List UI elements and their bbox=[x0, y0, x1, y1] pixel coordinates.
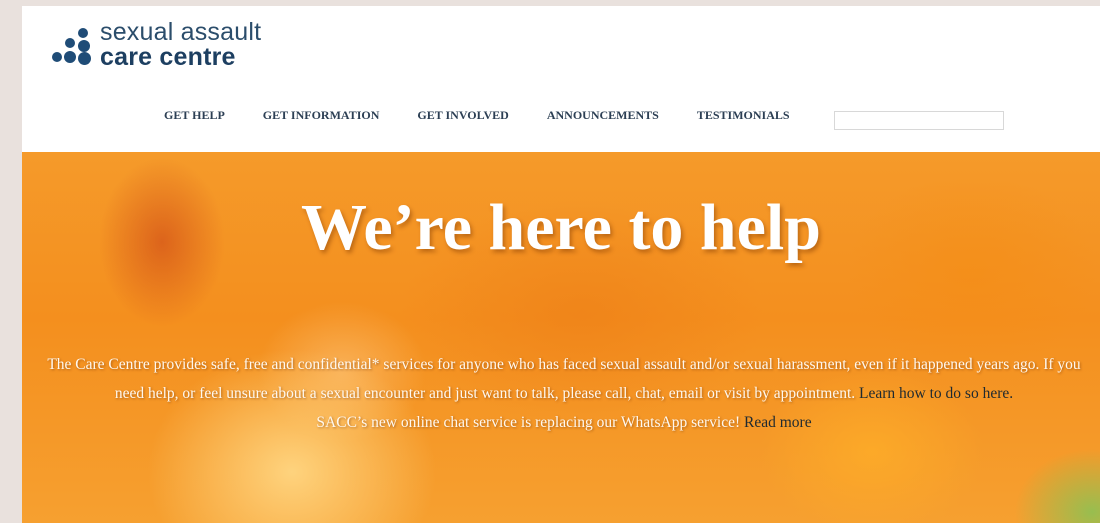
browser-viewport: sexual assault care centre GET HELP GET … bbox=[22, 6, 1100, 523]
site-logo[interactable]: sexual assault care centre bbox=[48, 20, 261, 70]
nav-testimonials[interactable]: TESTIMONIALS bbox=[697, 108, 790, 123]
hero-title: We’re here to help bbox=[301, 191, 821, 264]
chat-notice: SACC’s new online chat service is replac… bbox=[316, 414, 741, 431]
logo-line-1: sexual assault bbox=[100, 18, 262, 46]
logo-wordmark: sexual assault care centre bbox=[100, 20, 261, 70]
hero-body: The Care Centre provides safe, free and … bbox=[44, 350, 1084, 437]
site-header: sexual assault care centre GET HELP GET … bbox=[22, 6, 1100, 152]
search-input[interactable] bbox=[834, 111, 1004, 130]
hero-banner: We’re here to help The Care Centre provi… bbox=[22, 152, 1100, 523]
main-nav: GET HELP GET INFORMATION GET INVOLVED AN… bbox=[164, 108, 828, 123]
nav-get-information[interactable]: GET INFORMATION bbox=[263, 108, 380, 123]
nav-get-involved[interactable]: GET INVOLVED bbox=[417, 108, 508, 123]
nav-get-help[interactable]: GET HELP bbox=[164, 108, 225, 123]
read-more-link[interactable]: Read more bbox=[744, 414, 812, 431]
logo-line-2: care centre bbox=[100, 43, 236, 71]
logo-dots-icon bbox=[48, 22, 98, 68]
learn-how-link[interactable]: Learn how to do so here. bbox=[859, 385, 1013, 402]
nav-announcements[interactable]: ANNOUNCEMENTS bbox=[547, 108, 659, 123]
